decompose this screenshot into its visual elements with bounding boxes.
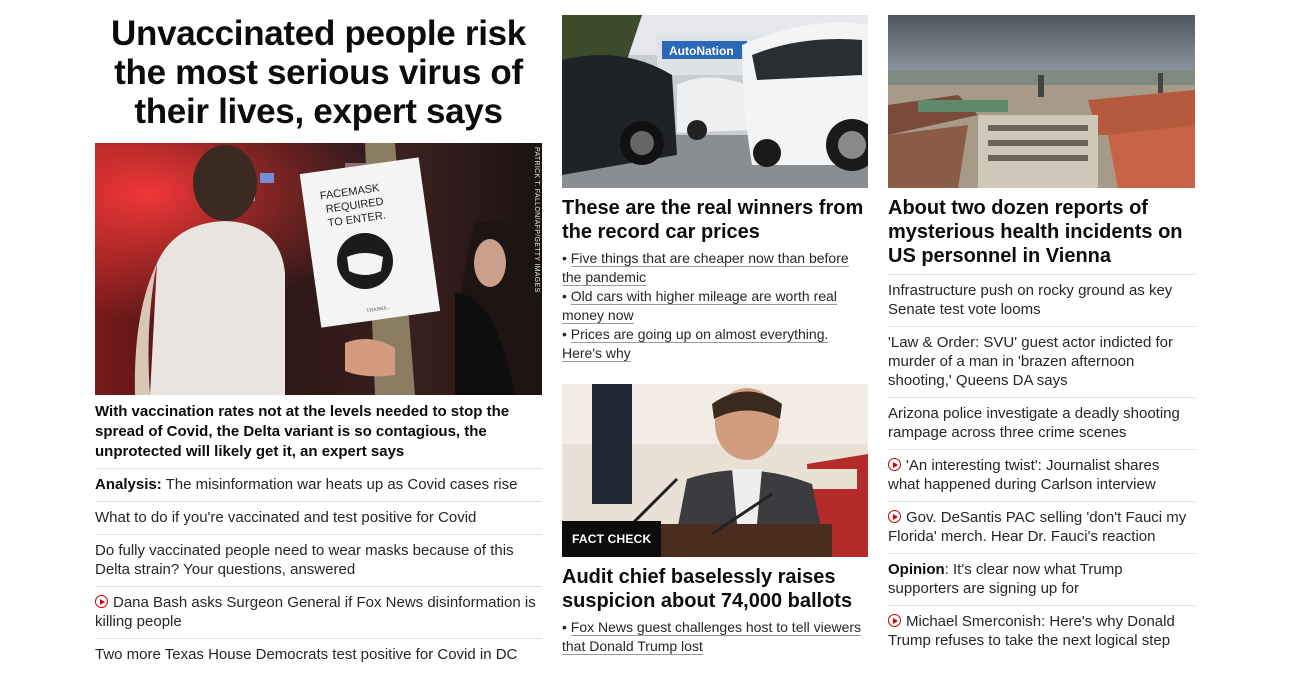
photo-credit: PATRICK T. FALLON/AFP/GETTY IMAGES (533, 147, 540, 293)
audit-related: • Fox News guest challenges host to tell… (562, 618, 868, 656)
car-prices-related: • Five things that are cheaper now than … (562, 249, 868, 363)
lead-related-list: Analysis: The misinformation war heats u… (95, 468, 542, 671)
list-item[interactable]: Opinion: It's clear now what Trump suppo… (888, 553, 1195, 605)
vienna-headline[interactable]: About two dozen reports of mysterious he… (888, 196, 1195, 268)
mask-icon (347, 253, 383, 275)
vienna-skyline-photo (888, 15, 1195, 188)
list-item[interactable]: Michael Smerconish: Here's why Donald Tr… (888, 605, 1195, 657)
list-item[interactable]: 'Law & Order: SVU' guest actor indicted … (888, 326, 1195, 397)
list-item[interactable]: Dana Bash asks Surgeon General if Fox Ne… (95, 586, 542, 638)
video-play-icon (888, 510, 901, 523)
right-column-list: Infrastructure push on rocky ground as k… (888, 274, 1195, 657)
video-play-icon (95, 595, 108, 608)
list-item[interactable]: • Old cars with higher mileage are worth… (562, 287, 868, 325)
analysis-label: Analysis: (95, 476, 162, 493)
video-play-icon (888, 614, 901, 627)
video-play-icon (888, 458, 901, 471)
lead-headline[interactable]: Unvaccinated people risk the most seriou… (95, 14, 542, 131)
middle-column: AutoNation These are the real winners fr… (562, 0, 868, 656)
lead-story-column: Unvaccinated people risk the most seriou… (95, 0, 542, 671)
list-item[interactable]: Analysis: The misinformation war heats u… (95, 468, 542, 501)
lead-story-image[interactable]: FACEMASK REQUIRED TO ENTER. THANKS... PA… (95, 143, 542, 395)
facemask-sign-photo: FACEMASK REQUIRED TO ENTER. THANKS... (95, 143, 542, 395)
list-item[interactable]: Two more Texas House Democrats test posi… (95, 638, 542, 671)
opinion-label: Opinion (888, 561, 945, 578)
list-item[interactable]: • Prices are going up on almost everythi… (562, 325, 868, 363)
lead-summary[interactable]: With vaccination rates not at the levels… (95, 402, 542, 462)
vienna-image[interactable] (888, 15, 1195, 188)
car-lot-image[interactable]: AutoNation (562, 15, 868, 188)
list-item[interactable]: What to do if you're vaccinated and test… (95, 501, 542, 534)
fact-check-badge: FACT CHECK (562, 521, 662, 557)
list-item[interactable]: • Fox News guest challenges host to tell… (562, 618, 868, 656)
list-item[interactable]: Do fully vaccinated people need to wear … (95, 534, 542, 586)
list-item[interactable]: • Five things that are cheaper now than … (562, 249, 868, 287)
car-dealership-photo: AutoNation (562, 15, 868, 188)
car-prices-headline[interactable]: These are the real winners from the reco… (562, 196, 868, 244)
list-item[interactable]: 'An interesting twist': Journalist share… (888, 449, 1195, 501)
audit-chief-headline[interactable]: Audit chief baselessly raises suspicion … (562, 565, 868, 613)
list-item[interactable]: Gov. DeSantis PAC selling 'don't Fauci m… (888, 501, 1195, 553)
dealership-sign-text: AutoNation (669, 44, 734, 58)
audit-chief-image[interactable]: FACT CHECK (562, 384, 868, 557)
right-column: About two dozen reports of mysterious he… (888, 0, 1195, 657)
list-item[interactable]: Infrastructure push on rocky ground as k… (888, 274, 1195, 326)
list-item[interactable]: Arizona police investigate a deadly shoo… (888, 397, 1195, 449)
